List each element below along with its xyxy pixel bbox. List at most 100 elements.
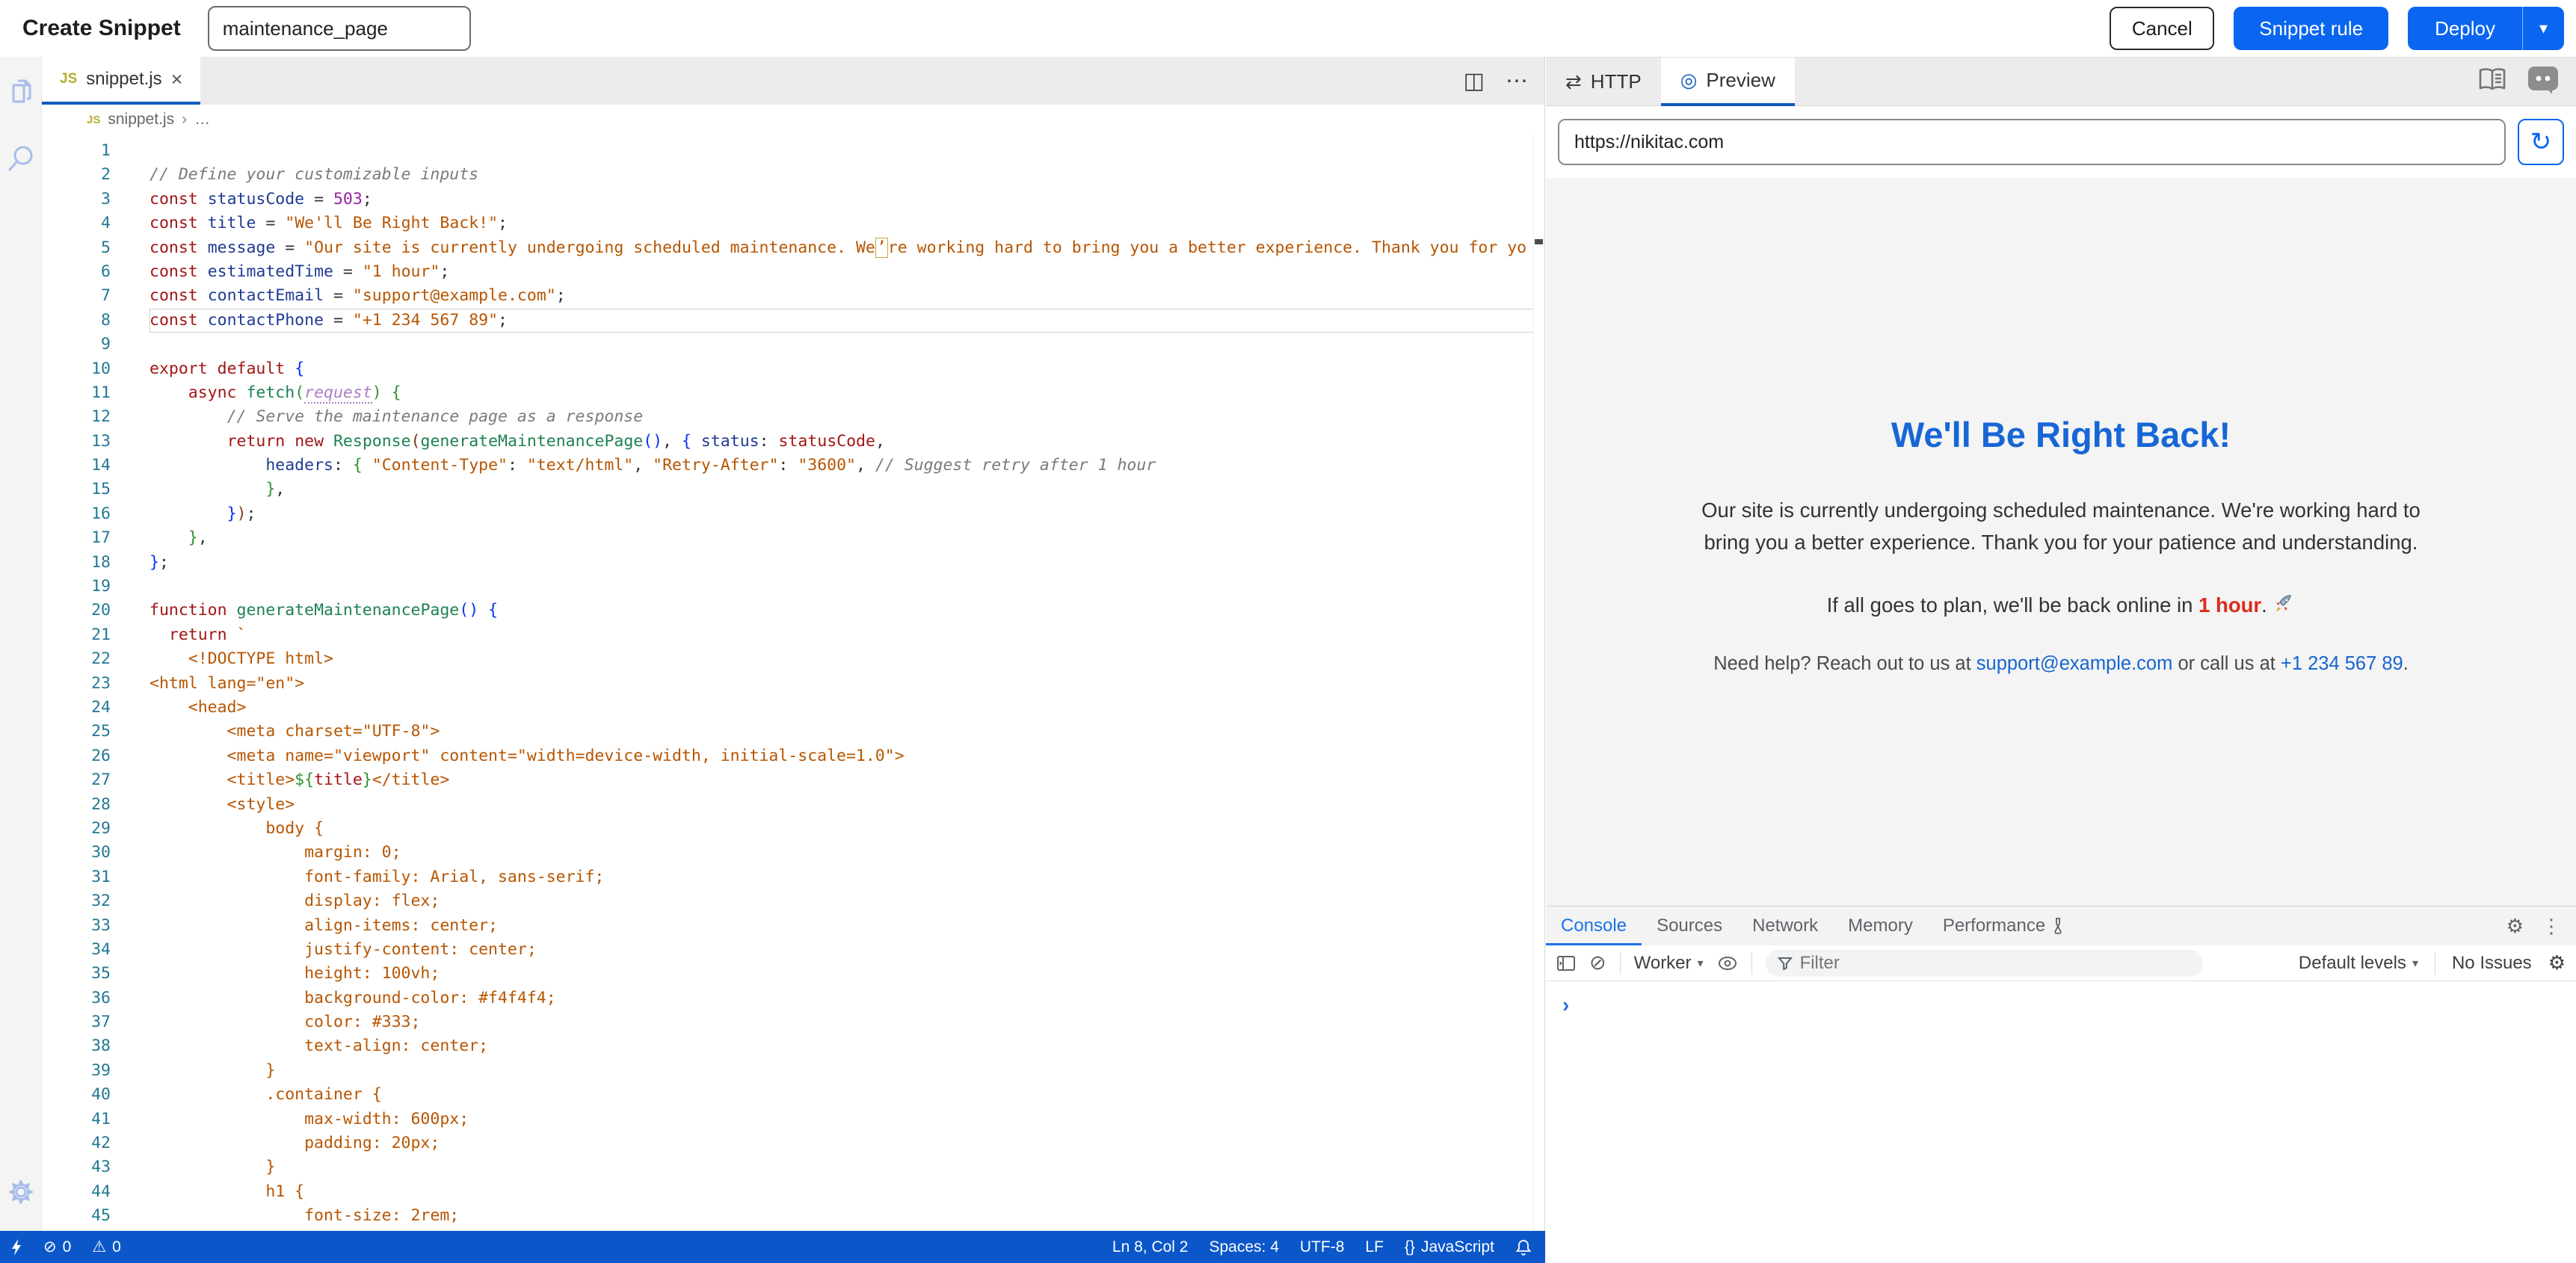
line-number[interactable]: 11 (42, 381, 150, 405)
code-line[interactable]: 19 (42, 575, 1544, 599)
line-number[interactable]: 13 (42, 430, 150, 454)
line-number[interactable]: 34 (42, 938, 150, 962)
code-line[interactable]: 24 <head> (42, 696, 1544, 720)
support-email-link[interactable]: support@example.com (1976, 653, 2173, 674)
code-line[interactable]: 8const contactPhone = "+1 234 567 89"; (42, 309, 1544, 333)
code-line[interactable]: 11 async fetch(request) { (42, 381, 1544, 405)
code-line[interactable]: 20function generateMaintenancePage() { (42, 599, 1544, 623)
snippet-name-input[interactable] (208, 6, 471, 51)
line-number[interactable]: 29 (42, 817, 150, 841)
cursor-position[interactable]: Ln 8, Col 2 (1112, 1238, 1189, 1256)
remote-indicator-icon[interactable] (10, 1238, 22, 1256)
code-line[interactable]: 42 padding: 20px; (42, 1131, 1544, 1155)
console-filter[interactable] (1766, 950, 2203, 977)
code-line[interactable]: 44 h1 { (42, 1180, 1544, 1204)
code-line[interactable]: 4const title = "We'll Be Right Back!"; (42, 211, 1544, 235)
line-number[interactable]: 24 (42, 696, 150, 720)
cancel-button[interactable]: Cancel (2110, 7, 2214, 50)
line-number[interactable]: 12 (42, 405, 150, 429)
line-number[interactable]: 43 (42, 1155, 150, 1179)
code-line[interactable]: 2// Define your customizable inputs (42, 163, 1544, 187)
encoding-setting[interactable]: UTF-8 (1300, 1238, 1345, 1256)
line-number[interactable]: 44 (42, 1180, 150, 1204)
line-number[interactable]: 38 (42, 1034, 150, 1058)
code-line[interactable]: 23<html lang="en"> (42, 672, 1544, 696)
console-settings-gear-icon[interactable]: ⚙ (2548, 951, 2566, 975)
code-line[interactable]: 38 text-align: center; (42, 1034, 1544, 1058)
code-line[interactable]: 17 }, (42, 526, 1544, 550)
line-number[interactable]: 18 (42, 551, 150, 575)
code-line[interactable]: 25 <meta charset="UTF-8"> (42, 720, 1544, 744)
breadcrumb-file[interactable]: snippet.js (108, 111, 174, 129)
notifications-bell-icon[interactable] (1515, 1238, 1532, 1256)
tab-memory[interactable]: Memory (1833, 907, 1928, 945)
code-line[interactable]: 14 headers: { "Content-Type": "text/html… (42, 454, 1544, 478)
line-number[interactable]: 7 (42, 284, 150, 308)
language-mode[interactable]: {} JavaScript (1405, 1238, 1494, 1256)
code-line[interactable]: 26 <meta name="viewport" content="width=… (42, 744, 1544, 768)
line-number[interactable]: 15 (42, 478, 150, 501)
code-line[interactable]: 22 <!DOCTYPE html> (42, 647, 1544, 671)
files-icon[interactable] (4, 76, 37, 109)
line-number[interactable]: 31 (42, 865, 150, 889)
line-number[interactable]: 33 (42, 914, 150, 938)
eol-setting[interactable]: LF (1365, 1238, 1384, 1256)
deploy-dropdown-button[interactable]: ▾ (2522, 7, 2564, 50)
tab-sources[interactable]: Sources (1642, 907, 1737, 945)
code-line[interactable]: 9 (42, 333, 1544, 356)
tab-http[interactable]: ⇄ HTTP (1546, 58, 1661, 105)
line-number[interactable]: 21 (42, 623, 150, 647)
devtools-menu-kebab-icon[interactable]: ⋮ (2542, 915, 2561, 938)
code-line[interactable]: 15 }, (42, 478, 1544, 501)
line-number[interactable]: 27 (42, 768, 150, 792)
clear-console-icon[interactable]: ⊘ (1589, 951, 1606, 975)
breadcrumb[interactable]: JS snippet.js › … (42, 105, 1544, 135)
line-number[interactable]: 19 (42, 575, 150, 599)
line-number[interactable]: 42 (42, 1131, 150, 1155)
code-line[interactable]: 34 justify-content: center; (42, 938, 1544, 962)
tab-performance[interactable]: Performance (1928, 907, 2080, 945)
discord-icon[interactable] (2527, 65, 2560, 99)
code-line[interactable]: 43 } (42, 1155, 1544, 1179)
line-number[interactable]: 4 (42, 211, 150, 235)
refresh-button[interactable]: ↻ (2518, 119, 2564, 165)
line-number[interactable]: 17 (42, 526, 150, 550)
line-number[interactable]: 3 (42, 188, 150, 211)
code-line[interactable]: 45 font-size: 2rem; (42, 1204, 1544, 1228)
code-line[interactable]: 10export default { (42, 357, 1544, 381)
tab-preview[interactable]: ◎ Preview (1661, 58, 1795, 106)
code-line[interactable]: 1 (42, 139, 1544, 163)
filter-input[interactable] (1800, 953, 2159, 974)
line-number[interactable]: 40 (42, 1083, 150, 1107)
line-number[interactable]: 39 (42, 1059, 150, 1083)
indentation-setting[interactable]: Spaces: 4 (1210, 1238, 1279, 1256)
code-line[interactable]: 30 margin: 0; (42, 841, 1544, 865)
code-line[interactable]: 3const statusCode = 503; (42, 188, 1544, 211)
code-line[interactable]: 31 font-family: Arial, sans-serif; (42, 865, 1544, 889)
line-number[interactable]: 1 (42, 139, 150, 163)
tab-network[interactable]: Network (1737, 907, 1833, 945)
code-line[interactable]: 21 return ` (42, 623, 1544, 647)
code-line[interactable]: 33 align-items: center; (42, 914, 1544, 938)
line-number[interactable]: 32 (42, 889, 150, 913)
code-line[interactable]: 36 background-color: #f4f4f4; (42, 986, 1544, 1010)
code-line[interactable]: 27 <title>${title}</title> (42, 768, 1544, 792)
line-number[interactable]: 9 (42, 333, 150, 356)
line-number[interactable]: 22 (42, 647, 150, 671)
console-output[interactable]: › (1546, 981, 2576, 1017)
code-line[interactable]: 16 }); (42, 502, 1544, 526)
line-number[interactable]: 41 (42, 1108, 150, 1131)
line-number[interactable]: 16 (42, 502, 150, 526)
split-editor-icon[interactable]: ◫ (1464, 68, 1485, 94)
breadcrumb-symbol[interactable]: … (194, 111, 210, 129)
line-number[interactable]: 37 (42, 1010, 150, 1034)
phone-link[interactable]: +1 234 567 89 (2281, 653, 2403, 674)
deploy-button[interactable]: Deploy (2408, 7, 2522, 50)
settings-gear-icon[interactable] (4, 1176, 37, 1208)
code-line[interactable]: 29 body { (42, 817, 1544, 841)
more-actions-icon[interactable]: ⋯ (1506, 68, 1529, 94)
code-line[interactable]: 7const contactEmail = "support@example.c… (42, 284, 1544, 308)
tab-snippet-js[interactable]: JS snippet.js × (42, 57, 200, 105)
live-expression-eye-icon[interactable] (1717, 956, 1738, 971)
url-input[interactable] (1558, 119, 2506, 165)
